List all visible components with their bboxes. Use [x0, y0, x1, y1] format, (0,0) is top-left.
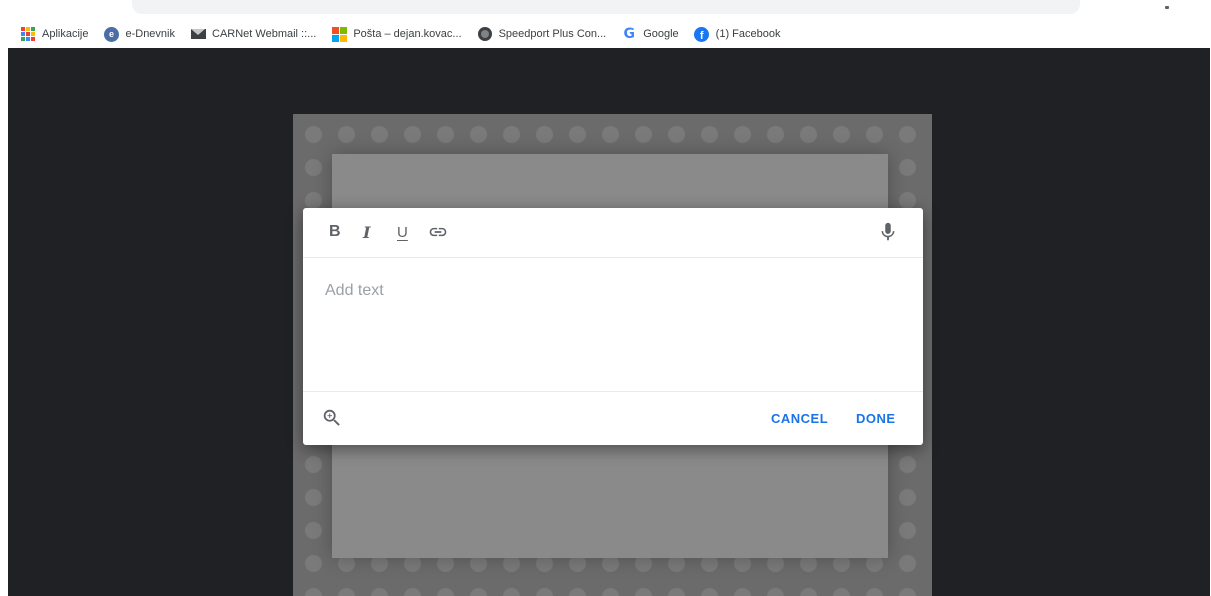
text-input[interactable]: Add text	[325, 282, 885, 300]
bookmark-posta[interactable]: Pošta – dejan.kovac...	[331, 26, 462, 42]
bookmark-label: Aplikacije	[42, 28, 89, 40]
e-dnevnik-icon: e	[103, 26, 119, 42]
bookmark-aplikacije[interactable]: Aplikacije	[20, 26, 88, 42]
bookmark-label: Speedport Plus Con...	[498, 28, 607, 40]
bookmark-e-dnevnik[interactable]: e e-Dnevnik	[103, 26, 175, 42]
microphone-button[interactable]	[877, 222, 899, 242]
bookmark-speedport[interactable]: Speedport Plus Con...	[477, 26, 607, 42]
bookmark-facebook[interactable]: f (1) Facebook	[694, 26, 781, 42]
cancel-button[interactable]: CANCEL	[771, 411, 828, 426]
facebook-icon: f	[694, 26, 710, 42]
dialog-footer: CANCEL DONE	[303, 391, 923, 446]
bookmarks-bar: Aplikacije e e-Dnevnik CARNet Webmail ::…	[0, 20, 1211, 48]
globe-icon	[477, 26, 493, 42]
text-editor-dialog: B I U Add text CANCEL DONE	[303, 208, 923, 445]
formatting-toolbar: B I U	[303, 208, 923, 258]
bookmark-label: Google	[643, 28, 679, 40]
bookmark-label: (1) Facebook	[715, 28, 781, 40]
google-icon: G	[623, 26, 635, 42]
done-button[interactable]: DONE	[856, 411, 896, 426]
browser-top-strip	[0, 0, 1211, 20]
link-icon	[429, 227, 447, 237]
profile-menu-caret-icon[interactable]	[1165, 6, 1169, 9]
link-button[interactable]	[428, 222, 448, 242]
apps-grid-icon	[20, 26, 36, 42]
bold-button[interactable]: B	[329, 222, 341, 242]
address-bar[interactable]	[132, 0, 1080, 14]
mail-icon	[190, 26, 206, 42]
zoom-in-icon	[323, 409, 340, 426]
zoom-in-button[interactable]	[321, 407, 343, 429]
italic-button[interactable]: I	[363, 222, 370, 242]
underline-button[interactable]: U	[397, 222, 408, 242]
bookmark-label: Pošta – dejan.kovac...	[353, 28, 462, 40]
bookmark-label: e-Dnevnik	[125, 28, 175, 40]
bookmark-label: CARNet Webmail ::...	[212, 28, 317, 40]
bookmark-carnet-webmail[interactable]: CARNet Webmail ::...	[190, 26, 316, 42]
microsoft-icon	[331, 26, 347, 42]
bookmark-google[interactable]: G Google	[621, 26, 678, 42]
microphone-icon	[881, 222, 895, 241]
